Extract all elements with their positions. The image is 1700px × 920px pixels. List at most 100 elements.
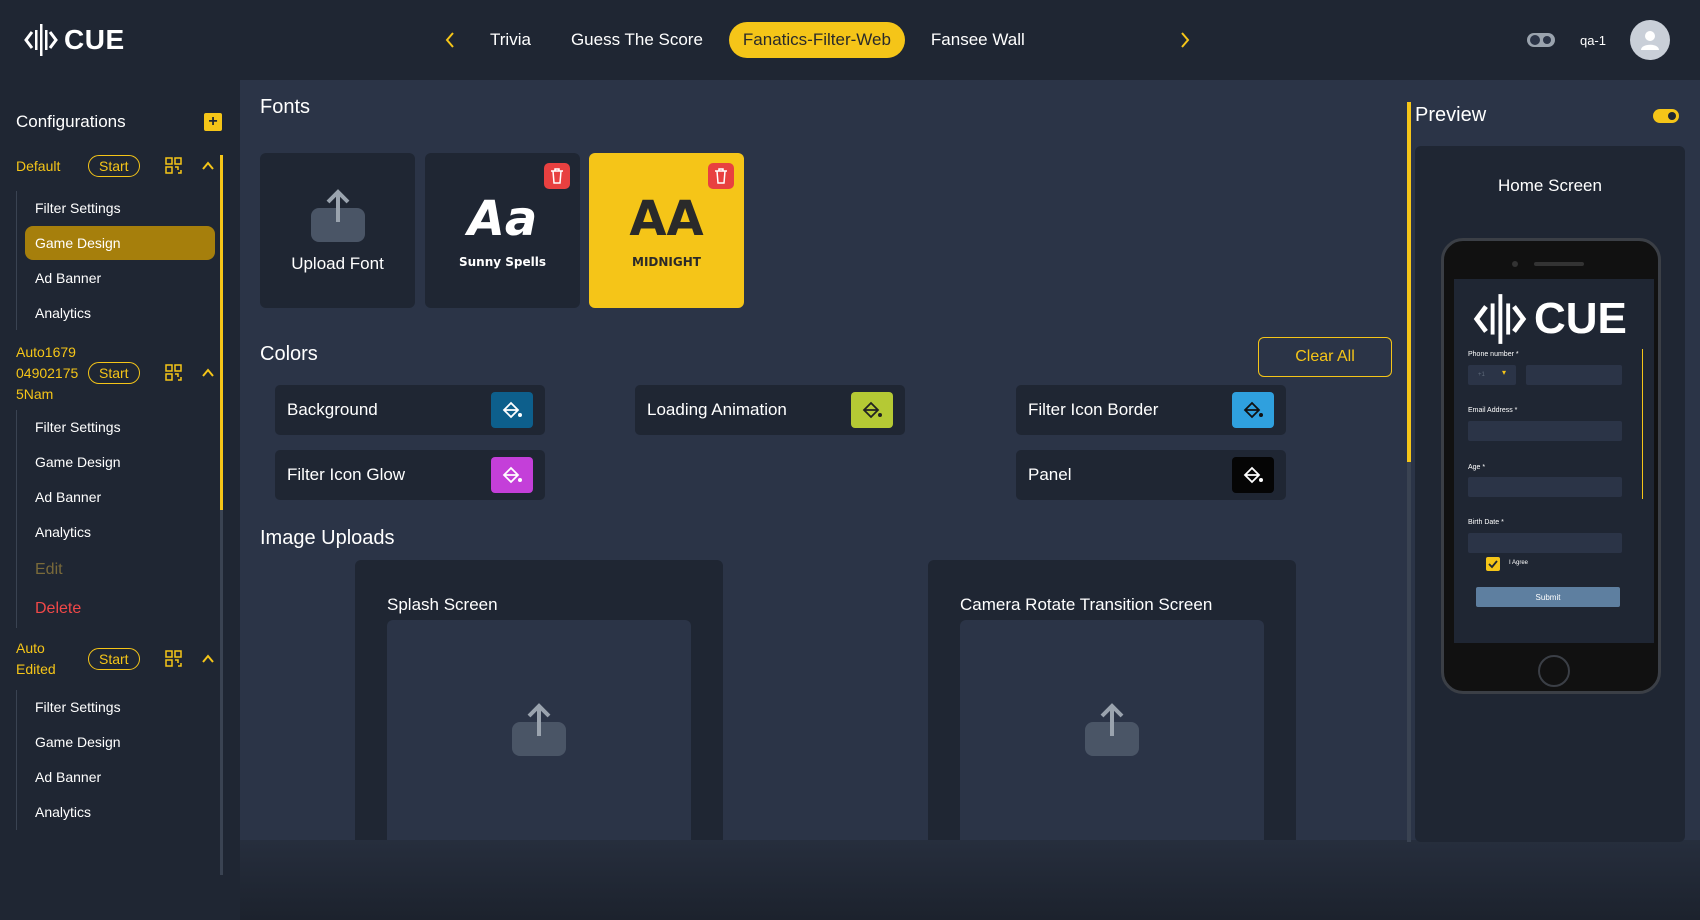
clear-all-button[interactable]: Clear All — [1258, 337, 1392, 377]
config-header[interactable]: Auto1679 04902175 5Nam Start — [0, 342, 220, 404]
color-label: Background — [287, 400, 378, 419]
menu-analytics[interactable]: Analytics — [25, 296, 215, 330]
fonts-title: Fonts — [260, 96, 311, 118]
font-preview: Aa — [467, 190, 538, 247]
color-swatch[interactable] — [491, 457, 533, 493]
country-code: +1 — [1478, 372, 1485, 378]
phone-home-button — [1538, 655, 1570, 687]
start-button[interactable]: Start — [88, 155, 140, 177]
user-area: qa-1 — [1526, 20, 1670, 60]
phone-logo-text: CUE — [1534, 294, 1627, 343]
menu-ad-banner[interactable]: Ad Banner — [25, 261, 215, 295]
configurations-list: Default Start Filter Settings Game Desig… — [0, 155, 226, 875]
config-header[interactable]: Default Start — [0, 155, 220, 177]
trash-icon — [715, 168, 727, 184]
chevron-up-icon[interactable] — [200, 158, 216, 174]
phone-field-label: Age * — [1468, 464, 1486, 471]
menu-filter-settings[interactable]: Filter Settings — [25, 410, 215, 445]
menu-filter-settings[interactable]: Filter Settings — [25, 690, 215, 725]
color-swatch[interactable] — [851, 392, 893, 428]
country-code-select: +1 ▾ — [1468, 365, 1516, 385]
config-name: Auto Edited — [16, 638, 88, 680]
preview-scrollbar-track[interactable] — [1407, 462, 1411, 842]
color-label: Filter Icon Border — [1028, 400, 1159, 419]
tab-fanatics-filter-web[interactable]: Fanatics-Filter-Web — [728, 22, 905, 58]
agree-label: I Agree — [1509, 560, 1529, 566]
nav-next-button[interactable] — [1165, 20, 1205, 60]
image-card-title: Camera Rotate Transition Screen — [960, 595, 1213, 614]
config-auto1679: Auto1679 04902175 5Nam Start Filter Sett… — [0, 342, 220, 628]
upload-icon — [512, 703, 566, 756]
trash-icon — [551, 168, 563, 184]
config-header[interactable]: Auto Edited Start — [0, 638, 220, 680]
start-button[interactable]: Start — [88, 362, 140, 384]
phone-camera — [1512, 261, 1518, 267]
avatar[interactable] — [1630, 20, 1670, 60]
email-input — [1468, 421, 1622, 441]
config-name: Auto1679 04902175 5Nam — [16, 342, 88, 405]
agree-checkbox — [1486, 557, 1500, 571]
phone-field-label: Birth Date * — [1468, 519, 1504, 526]
config-name: Default — [16, 158, 61, 174]
tab-trivia[interactable]: Trivia — [476, 22, 545, 58]
preview-scrollbar-thumb[interactable] — [1407, 102, 1411, 462]
preview-panel: Preview Home Screen CUE Phone number * +… — [1403, 80, 1700, 842]
image-card-title: Splash Screen — [387, 595, 498, 614]
color-filter-icon-glow: Filter Icon Glow — [275, 450, 545, 500]
menu-filter-settings[interactable]: Filter Settings — [25, 191, 215, 225]
age-input — [1468, 477, 1622, 497]
qr-code-icon[interactable] — [164, 156, 184, 176]
config-name-line: 5Nam — [16, 385, 54, 402]
app-logo[interactable]: CUE — [24, 20, 125, 60]
preview-toggle[interactable] — [1653, 109, 1679, 123]
color-swatch[interactable] — [1232, 392, 1274, 428]
nav-prev-button[interactable] — [430, 20, 470, 60]
delete-font-button[interactable] — [544, 163, 570, 189]
color-filter-icon-border: Filter Icon Border — [1016, 385, 1286, 435]
paint-bucket-icon — [502, 466, 522, 484]
phone-logo: CUE — [1472, 291, 1627, 347]
menu-game-design[interactable]: Game Design — [25, 725, 215, 760]
tab-guess-the-score[interactable]: Guess The Score — [557, 22, 717, 58]
image-card-splash-screen: Splash Screen — [355, 560, 723, 840]
menu-game-design[interactable]: Game Design — [25, 445, 215, 480]
color-swatch[interactable] — [491, 392, 533, 428]
menu-game-design[interactable]: Game Design — [25, 226, 215, 260]
edit-button[interactable]: Edit — [25, 550, 215, 589]
color-swatch[interactable] — [1232, 457, 1274, 493]
add-configuration-button[interactable]: + — [204, 113, 222, 131]
checkmark-icon — [1488, 560, 1498, 569]
image-upload-area[interactable] — [387, 620, 691, 840]
paint-bucket-icon — [1243, 466, 1263, 484]
menu-ad-banner[interactable]: Ad Banner — [25, 760, 215, 795]
delete-button[interactable]: Delete — [25, 589, 215, 628]
chevron-up-icon[interactable] — [200, 365, 216, 381]
menu-ad-banner[interactable]: Ad Banner — [25, 480, 215, 515]
tab-fansee-wall[interactable]: Fansee Wall — [917, 22, 1039, 58]
menu-analytics[interactable]: Analytics — [25, 515, 215, 550]
phone-screen: CUE Phone number * +1 ▾ Email Address * … — [1454, 279, 1654, 643]
top-bar: CUE Trivia Guess The Score Fanatics-Filt… — [0, 0, 1700, 80]
image-upload-area[interactable] — [960, 620, 1264, 840]
colors-title: Colors — [260, 343, 318, 365]
font-card-midnight[interactable]: AA MIDNIGHT — [589, 153, 744, 308]
user-icon — [1641, 31, 1659, 50]
menu-analytics[interactable]: Analytics — [25, 795, 215, 830]
footer-fade — [240, 840, 1700, 920]
chevron-up-icon[interactable] — [200, 651, 216, 667]
font-card-sunny-spells[interactable]: Aa Sunny Spells — [425, 153, 580, 308]
upload-font-label: Upload Font — [291, 253, 384, 273]
chevron-left-icon — [445, 32, 454, 48]
paint-bucket-icon — [1243, 401, 1263, 419]
font-name: Sunny Spells — [458, 254, 546, 269]
qr-code-icon[interactable] — [164, 649, 184, 669]
qr-code-icon[interactable] — [164, 363, 184, 383]
delete-font-button[interactable] — [708, 163, 734, 189]
theme-toggle-icon[interactable] — [1526, 30, 1556, 50]
cue-logo-icon — [1473, 294, 1527, 344]
start-button[interactable]: Start — [88, 648, 140, 670]
config-menu: Filter Settings Game Design Ad Banner An… — [16, 410, 220, 628]
upload-font-button[interactable]: Upload Font — [260, 153, 415, 308]
color-label: Filter Icon Glow — [287, 465, 406, 484]
config-menu: Filter Settings Game Design Ad Banner An… — [16, 191, 220, 330]
